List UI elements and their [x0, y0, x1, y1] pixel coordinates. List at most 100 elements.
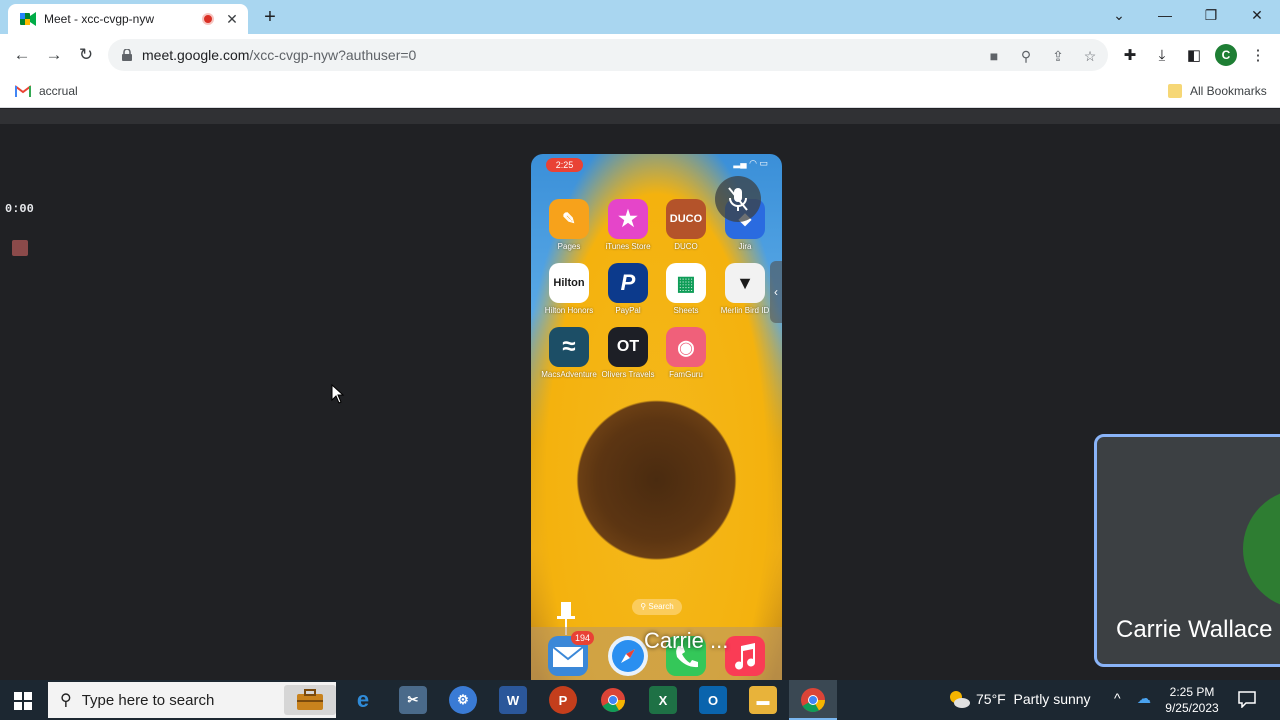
new-tab-button[interactable]: + — [260, 6, 280, 28]
weather-text: Partly sunny — [1013, 691, 1091, 707]
chrome-icon[interactable] — [599, 686, 627, 714]
download-icon[interactable]: ⤓ — [1152, 46, 1172, 66]
taskbar-search-box[interactable]: ⚲ Type here to search — [48, 682, 336, 718]
taskbar-search-placeholder: Type here to search — [81, 691, 215, 709]
weather-widget[interactable]: 75°F Partly sunny — [948, 689, 1091, 709]
chevron-up-icon[interactable]: ^ — [1114, 690, 1121, 706]
word-icon[interactable]: W — [499, 686, 527, 714]
app-label: MacsAdventure — [541, 370, 597, 379]
app-macsadventure[interactable]: ≈ MacsAdventure — [541, 327, 597, 379]
mic-off-icon — [715, 176, 761, 222]
olivers-travels-icon: OT — [608, 327, 648, 367]
close-window-button[interactable]: ✕ — [1234, 0, 1280, 30]
duco-icon: DUCO — [666, 199, 706, 239]
paypal-icon: P — [608, 263, 648, 303]
itunes-star-icon: ★ — [608, 199, 648, 239]
phone-status-time: 2:25 — [546, 158, 583, 172]
side-drawer-handle[interactable]: ‹ — [770, 261, 782, 323]
app-label: Merlin Bird ID — [720, 306, 770, 315]
excel-icon[interactable]: X — [649, 686, 677, 714]
famguru-icon: ◉ — [666, 327, 706, 367]
extensions-icon[interactable]: ✚ — [1120, 46, 1140, 66]
mouse-cursor-icon — [331, 384, 345, 404]
partly-sunny-icon — [950, 691, 970, 708]
app-label: DUCO — [674, 242, 698, 251]
profile-avatar[interactable]: C — [1215, 44, 1237, 66]
browser-tab-strip: Meet - xcc-cvgp-nyw ✕ + ⌄ — ❐ ✕ — [0, 0, 1280, 34]
app-olivers-travels[interactable]: OT Olivers Travels — [600, 327, 656, 379]
app-itunes-store[interactable]: ★ iTunes Store — [600, 199, 656, 251]
camera-icon[interactable]: ■ — [984, 46, 1004, 66]
app-famguru[interactable]: ◉ FamGuru — [658, 327, 714, 379]
windows-start-icon[interactable] — [14, 692, 32, 710]
all-bookmarks-button[interactable]: All Bookmarks — [1168, 84, 1267, 98]
bookmark-accrual[interactable]: accrual — [15, 84, 78, 98]
outlook-icon[interactable]: O — [699, 686, 727, 714]
browser-tab-meet[interactable]: Meet - xcc-cvgp-nyw ✕ — [8, 4, 248, 34]
windows-taskbar: ⚲ Type here to search e ✂ ⚙ W P X O ▬ 75… — [0, 680, 1280, 720]
mail-badge: 194 — [571, 631, 595, 645]
onedrive-cloud-icon[interactable]: ☁ — [1137, 690, 1151, 707]
music-note-icon[interactable] — [725, 636, 765, 676]
browser-toolbar: ← → ↻ meet.google.com/xcc-cvgp-nyw?authu… — [0, 34, 1280, 76]
url-host: meet.google.com — [142, 47, 250, 63]
notifications-icon[interactable] — [1238, 690, 1256, 708]
forward-arrow-icon[interactable]: → — [41, 42, 67, 68]
settings-gear-icon[interactable]: ⚙ — [449, 686, 477, 714]
tab-search-chevron-icon[interactable]: ⌄ — [1096, 0, 1142, 30]
address-bar[interactable]: meet.google.com/xcc-cvgp-nyw?authuser=0 … — [108, 39, 1108, 71]
meet-top-bar — [0, 109, 1280, 124]
app-label: Hilton Honors — [544, 306, 594, 315]
app-sheets[interactable]: ▦ Sheets — [658, 263, 714, 315]
clock-time: 2:25 PM — [1169, 685, 1215, 699]
self-view-tile[interactable]: Carrie Wallace — [1094, 434, 1280, 667]
app-label: Pages — [557, 242, 581, 251]
zoom-icon[interactable]: ⚲ — [1016, 46, 1036, 66]
share-icon[interactable]: ⇪ — [1048, 46, 1068, 66]
search-icon: ⚲ — [60, 692, 72, 709]
close-tab-icon[interactable]: ✕ — [224, 11, 240, 28]
safari-compass-icon[interactable] — [608, 636, 648, 676]
app-label: Jira — [738, 242, 752, 251]
minimize-window-button[interactable]: — — [1142, 0, 1188, 30]
side-panel-icon[interactable]: ◧ — [1184, 46, 1204, 66]
internet-explorer-icon[interactable]: e — [349, 686, 377, 714]
sheets-icon: ▦ — [666, 263, 706, 303]
powerpoint-icon[interactable]: P — [549, 686, 577, 714]
app-label: iTunes Store — [605, 242, 651, 251]
meet-stage: 0:00 2:25 ▂▄ ◠ ▭ ✎ Pages ★ iTunes Store … — [0, 109, 1280, 680]
bookmark-star-icon[interactable]: ☆ — [1080, 46, 1100, 66]
recording-indicator-icon — [202, 13, 214, 25]
tab-title: Meet - xcc-cvgp-nyw — [44, 12, 155, 26]
phone-search-pill[interactable]: ⚲ Search — [632, 599, 682, 615]
app-paypal[interactable]: P PayPal — [600, 263, 656, 315]
restore-window-button[interactable]: ❐ — [1188, 0, 1234, 30]
google-meet-icon — [20, 12, 36, 26]
self-participant-name: Carrie Wallace — [1116, 616, 1273, 643]
file-explorer-folder-icon[interactable]: ▬ — [749, 686, 777, 714]
reload-icon[interactable]: ↻ — [73, 42, 99, 68]
folder-icon — [1168, 84, 1182, 98]
chrome-profile-icon[interactable] — [799, 686, 827, 714]
system-clock[interactable]: 2:25 PM 9/25/2023 — [1160, 684, 1224, 716]
more-menu-icon[interactable]: ⋮ — [1248, 46, 1268, 66]
shared-phone-screen: 2:25 ▂▄ ◠ ▭ ✎ Pages ★ iTunes Store DUCO … — [531, 154, 782, 680]
bookmarks-bar: accrual All Bookmarks — [0, 76, 1280, 108]
back-arrow-icon[interactable]: ← — [9, 42, 35, 68]
app-label: Sheets — [673, 306, 699, 315]
app-merlin-bird-id[interactable]: ▼ Merlin Bird ID — [717, 263, 773, 315]
app-pages[interactable]: ✎ Pages — [541, 199, 597, 251]
participant-avatar — [1243, 489, 1280, 609]
stop-recording-icon[interactable] — [12, 240, 28, 256]
weather-temp: 75°F — [976, 691, 1006, 707]
snip-tool-icon[interactable]: ✂ — [399, 686, 427, 714]
app-hilton-honors[interactable]: Hilton Hilton Honors — [541, 263, 597, 315]
app-duco[interactable]: DUCO DUCO — [658, 199, 714, 251]
url-path: /xcc-cvgp-nyw?authuser=0 — [249, 47, 417, 63]
gmail-icon — [15, 85, 31, 97]
macsadventure-icon: ≈ — [549, 327, 589, 367]
recording-timer: 0:00 — [5, 202, 34, 216]
pages-icon: ✎ — [549, 199, 589, 239]
all-bookmarks-label: All Bookmarks — [1190, 84, 1267, 98]
signal-wifi-battery-icon: ▂▄ ◠ ▭ — [733, 158, 768, 168]
